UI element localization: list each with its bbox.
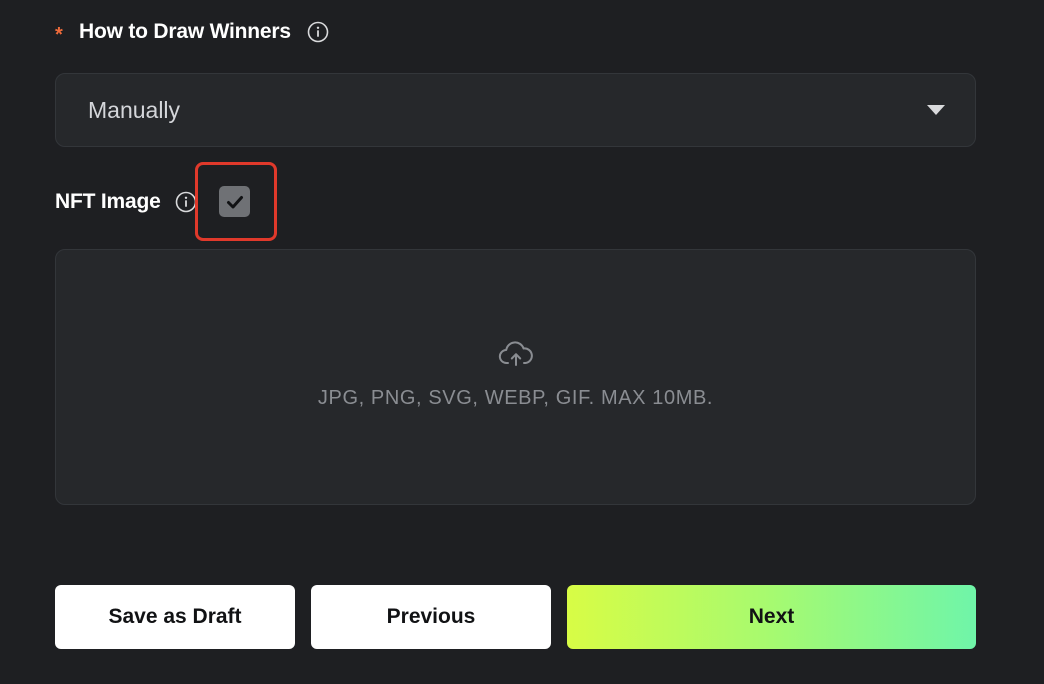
nft-image-label-row: NFT Image: [55, 184, 197, 220]
nft-image-checkbox[interactable]: [219, 186, 250, 217]
draw-winners-label-row: * How to Draw Winners: [55, 16, 329, 48]
upload-format-hint: JPG, PNG, SVG, WEBP, GIF. MAX 10MB.: [317, 386, 714, 409]
info-icon[interactable]: [175, 191, 197, 213]
create-giveaway-form: * How to Draw Winners Manually NFT Image: [0, 0, 1044, 684]
draw-winners-label: How to Draw Winners: [79, 20, 291, 43]
previous-button[interactable]: Previous: [311, 585, 551, 649]
draw-method-select[interactable]: Manually: [55, 73, 976, 147]
cloud-upload-icon: [498, 340, 534, 371]
nft-image-label: NFT Image: [55, 190, 161, 213]
next-button[interactable]: Next: [567, 585, 976, 649]
nft-image-upload-dropzone[interactable]: JPG, PNG, SVG, WEBP, GIF. MAX 10MB.: [55, 249, 976, 505]
checkmark-icon: [226, 195, 243, 208]
draw-method-selected-value: Manually: [88, 96, 181, 123]
save-as-draft-button[interactable]: Save as Draft: [55, 585, 295, 649]
required-indicator: *: [55, 23, 63, 46]
chevron-down-icon: [927, 105, 945, 115]
info-icon[interactable]: [307, 21, 329, 43]
